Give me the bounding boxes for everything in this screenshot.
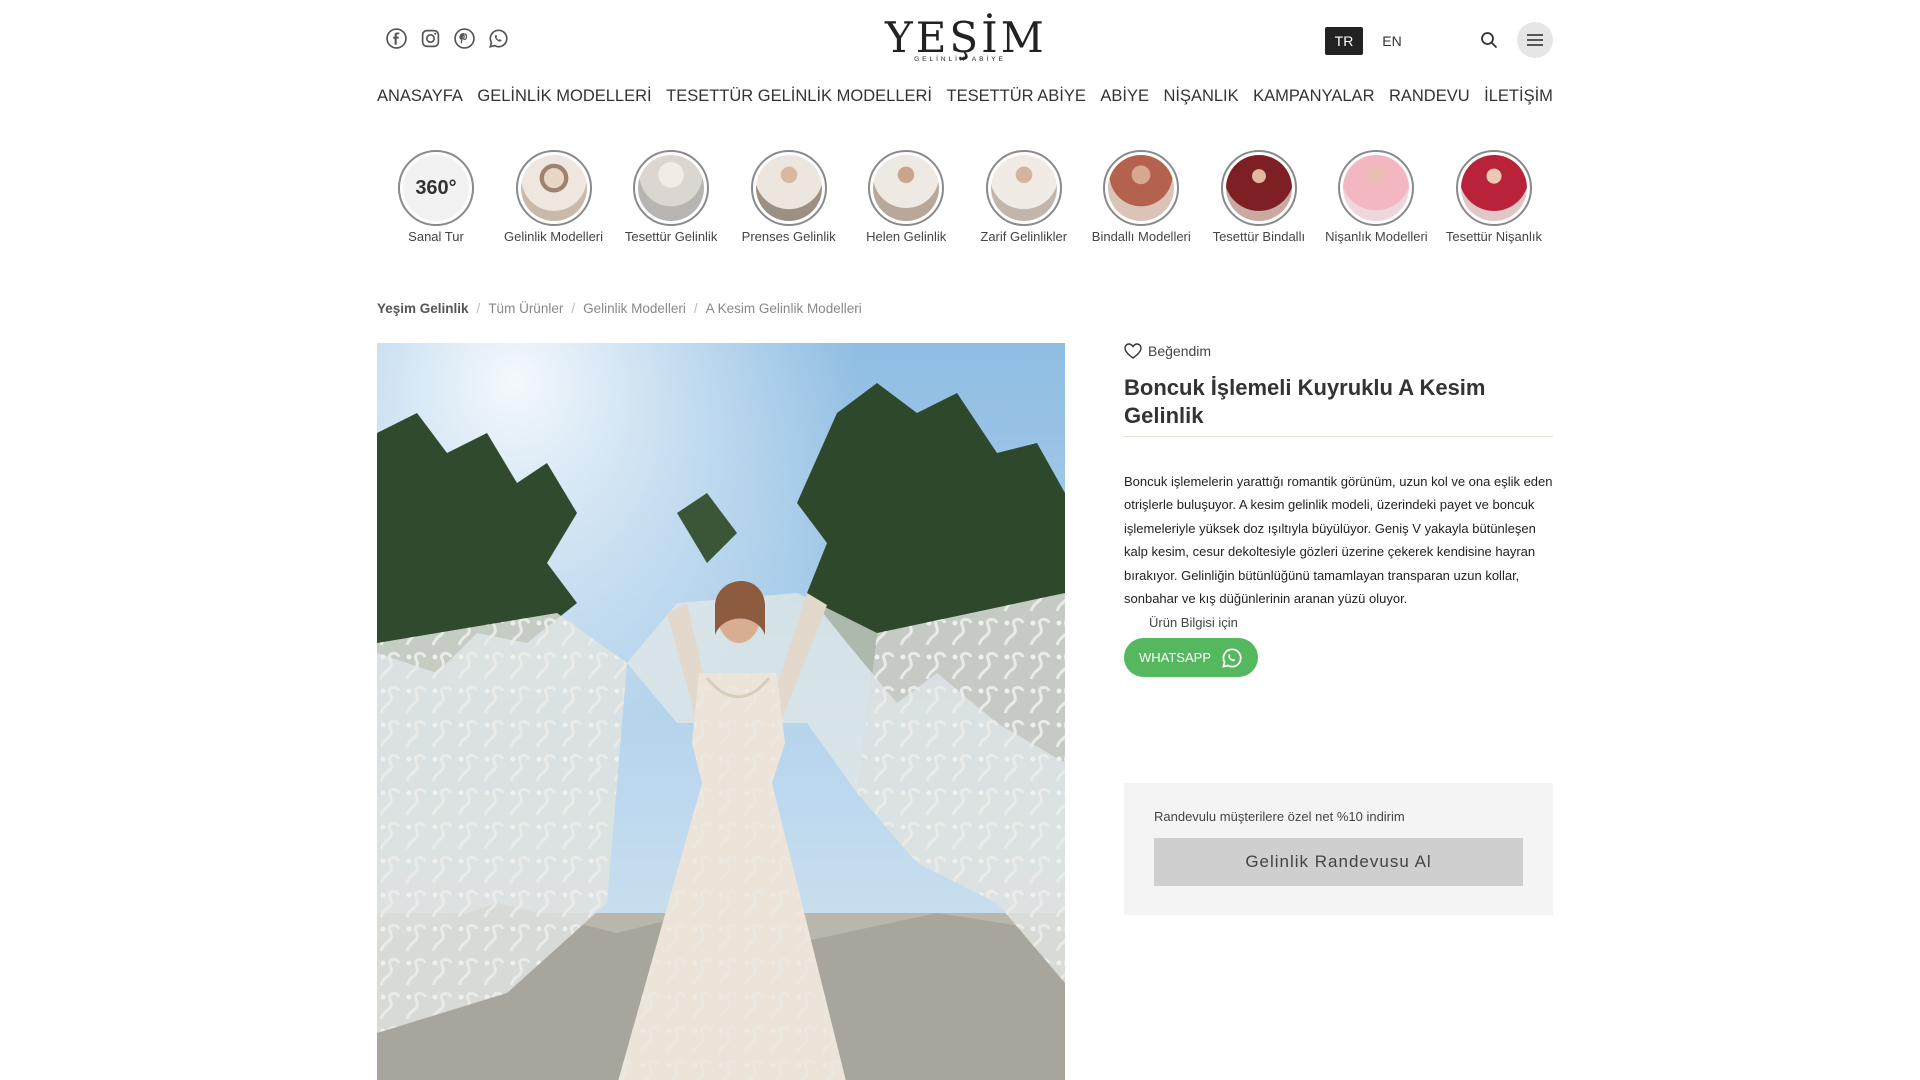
nav-item-kampanyalar[interactable]: KAMPANYALAR xyxy=(1253,87,1374,106)
product-details: Beğendim Boncuk İşlemeli Kuyruklu A Kesi… xyxy=(1124,343,1553,915)
category-sanal-tur[interactable]: 360° Sanal Tur xyxy=(382,150,490,245)
logo-wordmark: YEŞİM xyxy=(885,13,1047,62)
category-tesettur-gelinlik[interactable]: Tesettür Gelinlik xyxy=(617,150,725,245)
category-label: Tesettür Gelinlik xyxy=(624,229,718,244)
nav-item-anasayfa[interactable]: ANASAYFA xyxy=(377,87,463,106)
breadcrumb-item-current: A Kesim Gelinlik Modelleri xyxy=(705,301,862,316)
category-label: Helen Gelinlik xyxy=(866,229,947,244)
hamburger-icon xyxy=(1527,34,1543,46)
whatsapp-icon[interactable] xyxy=(488,28,509,49)
language-switcher: TR EN xyxy=(1325,27,1411,55)
breadcrumb-item-all-products[interactable]: Tüm Ürünler xyxy=(488,301,563,316)
category-thumbnail xyxy=(638,155,705,221)
page: YEŞİM GELİNLİK ABİYE TR EN ANASAYFA GELİ… xyxy=(377,0,1553,1080)
category-label: Tesettür Bindallı xyxy=(1212,229,1306,244)
nav-item-iletisim[interactable]: İLETİŞİM xyxy=(1484,87,1553,106)
category-label: Sanal Tur xyxy=(408,229,464,244)
nav-item-tesettur-gelinlik[interactable]: TESETTÜR GELİNLİK MODELLERİ xyxy=(666,87,932,106)
category-tesettur-bindalli[interactable]: Tesettür Bindallı xyxy=(1205,150,1313,245)
like-button[interactable]: Beğendim xyxy=(1124,343,1553,359)
breadcrumb: Yeşim Gelinlik / Tüm Ürünler / Gelinlik … xyxy=(377,301,862,316)
whatsapp-button[interactable]: WHATSAPP xyxy=(1124,638,1258,678)
lang-tr-button[interactable]: TR xyxy=(1325,27,1363,55)
category-thumbnail xyxy=(1108,155,1175,221)
category-gelinlik-modelleri[interactable]: Gelinlik Modelleri xyxy=(500,150,608,245)
category-helen-gelinlik[interactable]: Helen Gelinlik xyxy=(852,150,960,245)
category-thumbnail xyxy=(1343,155,1410,221)
search-icon[interactable] xyxy=(1479,30,1499,50)
nav-item-gelinlik-modelleri[interactable]: GELİNLİK MODELLERİ xyxy=(477,87,651,106)
category-label: Bindallı Modelleri xyxy=(1091,229,1191,244)
product-title: Boncuk İşlemeli Kuyruklu A Kesim Gelinli… xyxy=(1124,374,1553,437)
breadcrumb-separator: / xyxy=(693,301,698,316)
appointment-discount-note: Randevulu müşterilere özel net %10 indir… xyxy=(1154,809,1405,824)
breadcrumb-item-category[interactable]: Gelinlik Modelleri xyxy=(583,301,686,316)
category-label: Prenses Gelinlik xyxy=(741,229,836,244)
category-thumbnail xyxy=(990,155,1057,221)
category-nisanlik-modelleri[interactable]: Nişanlık Modelleri xyxy=(1322,150,1430,245)
whatsapp-button-label: WHATSAPP xyxy=(1139,650,1211,666)
lang-en-button[interactable]: EN xyxy=(1373,27,1411,55)
appointment-panel: Randevulu müşterilere özel net %10 indir… xyxy=(1124,783,1553,915)
breadcrumb-item-home[interactable]: Yeşim Gelinlik xyxy=(377,301,469,316)
nav-item-randevu[interactable]: RANDEVU xyxy=(1389,87,1470,106)
social-links xyxy=(386,28,509,49)
product-image[interactable] xyxy=(377,343,1065,1080)
hamburger-menu-button[interactable] xyxy=(1517,22,1553,58)
nav-item-abiye[interactable]: ABİYE xyxy=(1100,87,1149,106)
category-prenses-gelinlik[interactable]: Prenses Gelinlik xyxy=(735,150,843,245)
product-description: Boncuk işlemelerin yarattığı romantik gö… xyxy=(1124,474,1553,607)
category-label: Zarif Gelinlikler xyxy=(980,229,1068,244)
category-label: Tesettür Nişanlık xyxy=(1445,229,1542,244)
whatsapp-icon xyxy=(1222,648,1242,668)
category-thumbnail xyxy=(1225,155,1292,221)
main-nav: ANASAYFA GELİNLİK MODELLERİ TESETTÜR GEL… xyxy=(377,87,1553,106)
like-label: Beğendim xyxy=(1148,343,1212,359)
category-thumbnail xyxy=(1460,155,1527,221)
breadcrumb-separator: / xyxy=(571,301,576,316)
360-tour-icon: 360° xyxy=(415,176,457,199)
category-thumbnail xyxy=(873,155,940,221)
category-label: Nişanlık Modelleri xyxy=(1325,229,1428,244)
brand-logo[interactable]: YEŞİM GELİNLİK ABİYE xyxy=(885,13,1047,64)
category-thumbnail xyxy=(520,155,587,221)
category-label: Gelinlik Modelleri xyxy=(504,229,604,244)
category-strip: 360° Sanal Tur Gelinlik Modelleri Tesett… xyxy=(377,150,1553,245)
book-appointment-button[interactable]: Gelinlik Randevusu Al xyxy=(1154,838,1523,886)
category-thumbnail xyxy=(755,155,822,221)
heart-icon xyxy=(1124,343,1142,359)
category-bindalli-modelleri[interactable]: Bindallı Modelleri xyxy=(1087,150,1195,245)
instagram-icon[interactable] xyxy=(420,28,441,49)
nav-item-tesettur-abiye[interactable]: TESETTÜR ABİYE xyxy=(947,87,1086,106)
breadcrumb-separator: / xyxy=(476,301,481,316)
category-tesettur-nisanlik[interactable]: Tesettür Nişanlık xyxy=(1440,150,1548,245)
category-zarif-gelinlikler[interactable]: Zarif Gelinlikler xyxy=(970,150,1078,245)
nav-item-nisanlik[interactable]: NİŞANLIK xyxy=(1163,87,1238,106)
facebook-icon[interactable] xyxy=(386,28,407,49)
pinterest-icon[interactable] xyxy=(454,28,475,49)
product-info-label: Ürün Bilgisi için xyxy=(1149,615,1238,631)
